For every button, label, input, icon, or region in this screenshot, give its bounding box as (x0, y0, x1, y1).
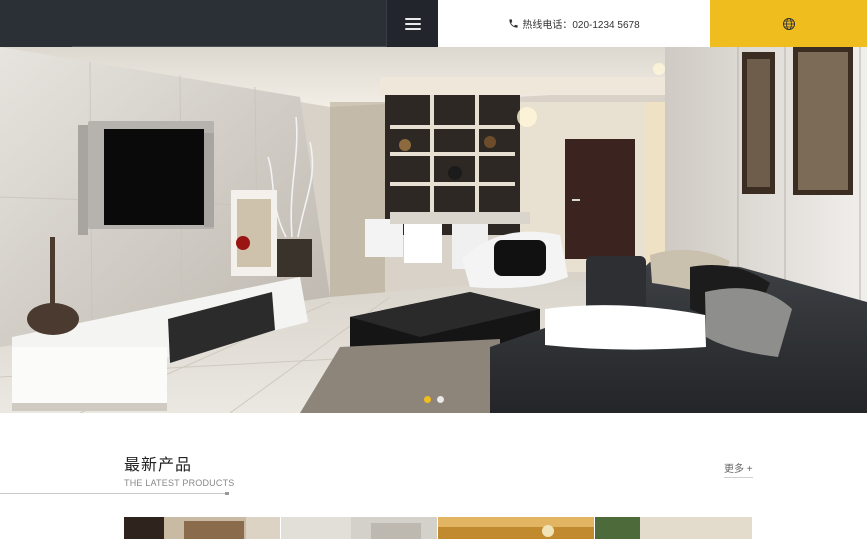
product-thumbnail[interactable] (595, 517, 752, 539)
hotline-text: 热线电话：020-1234 5678 (522, 20, 640, 31)
hamburger-icon (404, 17, 421, 30)
phone-icon (509, 19, 518, 28)
product-thumbnail[interactable] (438, 517, 594, 539)
slider-pagination (0, 396, 867, 403)
living-room-photo (0, 47, 867, 413)
hero-banner-image[interactable] (0, 47, 867, 413)
language-button[interactable] (710, 0, 867, 47)
section-subtitle: THE LATEST PRODUCTS (124, 478, 235, 488)
slider-dot-1[interactable] (423, 396, 431, 403)
product-thumbnail[interactable] (124, 517, 280, 539)
menu-button[interactable] (386, 0, 438, 47)
product-thumbnail[interactable] (281, 517, 437, 539)
more-link[interactable]: 更多 + (724, 460, 753, 478)
slider-dot-2[interactable] (436, 396, 444, 403)
hotline-bar: 热线电话：020-1234 5678 (438, 0, 710, 47)
globe-icon (782, 17, 795, 30)
section-divider-marker (225, 492, 229, 495)
section-title: 最新产品 (124, 457, 193, 474)
section-divider (0, 493, 228, 494)
page: 热线电话：020-1234 5678 最新产品 THE LATEST PRODU… (0, 0, 867, 539)
